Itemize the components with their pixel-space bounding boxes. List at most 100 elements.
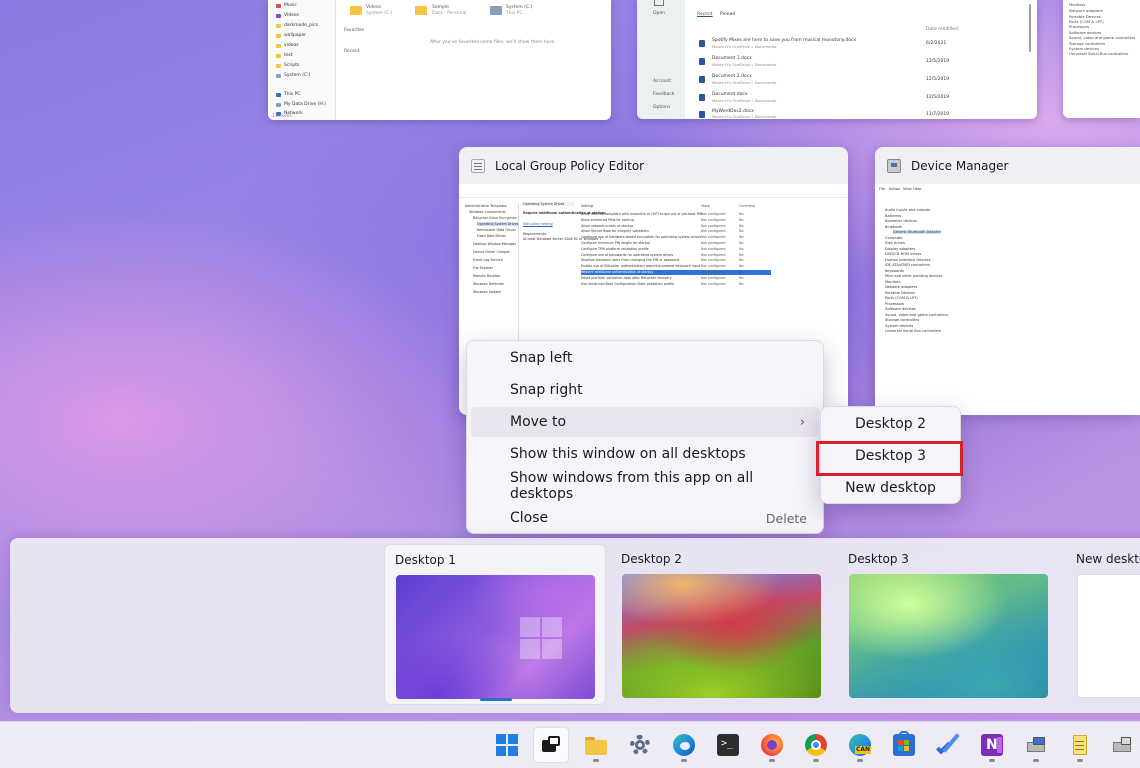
todo-button[interactable]	[930, 727, 966, 763]
requirements-label: Requirements:	[523, 232, 548, 236]
device-category-item[interactable]: Generic Bluetooth Adapter	[893, 230, 941, 234]
chrome-button[interactable]	[798, 727, 834, 763]
device-category-item[interactable]: Computer	[885, 236, 903, 240]
doc-date: 6/2/2021	[926, 41, 947, 46]
tree-item: BitLocker Drive Encryption	[473, 216, 517, 220]
device-category-item[interactable]: Bluetooth	[885, 225, 902, 229]
move-to-item[interactable]: Move to ›	[471, 407, 819, 437]
policy-row[interactable]: Configure use of hardware-based encrypti…	[581, 235, 771, 240]
menu-label: Move to	[510, 414, 567, 430]
device-category-item[interactable]: Storage controllers	[885, 318, 919, 322]
device-category-item[interactable]: Portable Devices	[885, 291, 915, 295]
policy-row[interactable]: Allow devices compliant with InstantGo o…	[581, 212, 771, 217]
device-category-item[interactable]: Display adapters	[885, 247, 915, 251]
current-desktop-indicator	[480, 698, 512, 701]
edge-canary-icon: CAN	[849, 734, 872, 756]
firefox-button[interactable]	[754, 727, 790, 763]
edge-button[interactable]	[666, 727, 702, 763]
desktop-3-tile[interactable]: Desktop 3	[838, 544, 1060, 705]
device-category-item[interactable]: System devices	[885, 324, 913, 328]
snap-right-item[interactable]: Snap right	[471, 375, 819, 405]
word-window-thumbnail[interactable]: Open Account Feedback Options Recent Pin…	[637, 0, 1037, 119]
tree-item: File Explorer	[473, 266, 494, 270]
move-to-new-desktop[interactable]: New desktop	[821, 473, 960, 503]
show-window-all-desktops-item[interactable]: Show this window on all desktops	[471, 439, 819, 469]
policy-comment: No	[739, 258, 744, 263]
explorer-window-thumbnail[interactable]: Music Videos darkmode_pics wallpaper vid…	[268, 0, 611, 120]
device-category-item[interactable]: Biometric devices	[885, 219, 917, 223]
device-category-item[interactable]: Disk drives	[885, 241, 905, 245]
policy-row[interactable]: Allow network unlock at startup Not confi…	[581, 224, 771, 229]
running-indicator	[769, 759, 775, 762]
edge-canary-button[interactable]: CAN	[842, 727, 878, 763]
desktop-1-tile[interactable]: Desktop 1	[384, 544, 606, 705]
policy-row[interactable]: Enable use of BitLocker authentication r…	[581, 264, 771, 269]
word-side-options: Options	[653, 105, 671, 110]
device-manager-button[interactable]	[1018, 727, 1054, 763]
device-category-item[interactable]: Sound, video and game controllers	[885, 313, 948, 317]
terminal-button[interactable]: >_	[710, 727, 746, 763]
device-category-item[interactable]: Monitors	[885, 280, 901, 284]
folder-name: Videos	[366, 5, 381, 10]
snap-left-item[interactable]: Snap left	[471, 343, 819, 373]
tree-item: Remote Desktop	[473, 274, 501, 278]
desktop-name: Desktop 3	[848, 552, 909, 566]
window-context-menu: Snap left Snap right Move to › Show this…	[466, 340, 824, 534]
policy-row[interactable]: Configure use of passwords for operating…	[581, 253, 771, 258]
device-item: Universal Serial Bus controllers	[1069, 51, 1129, 56]
close-item[interactable]: Close Delete	[471, 503, 819, 533]
device-category-item[interactable]: Mice and other pointing devices	[885, 274, 943, 278]
settings-icon	[629, 734, 651, 756]
device-category-item[interactable]: IDE ATA/ATAPI controllers	[885, 263, 930, 267]
device-manager-window[interactable]: Device Manager File Action View Help Aud…	[875, 147, 1140, 415]
policy-row[interactable]: Use enhanced Boot Configuration Data val…	[581, 282, 771, 287]
file-explorer-button[interactable]	[578, 727, 614, 763]
device-category-item[interactable]: Ports (COM & LPT)	[885, 296, 918, 300]
task-view-button[interactable]	[533, 727, 569, 763]
device-category-item[interactable]: Network adapters	[885, 285, 917, 289]
start-button[interactable]	[489, 727, 525, 763]
policy-name: Allow enhanced PINs for startup	[581, 217, 634, 222]
edge-icon	[673, 734, 695, 756]
onenote-button[interactable]: N	[974, 727, 1010, 763]
policy-name: Reset platform validation data after Bit…	[581, 275, 672, 280]
policy-row[interactable]: Require additional authentication at sta…	[581, 270, 771, 275]
move-to-desktop-2[interactable]: Desktop 2	[821, 409, 960, 439]
edit-policy-link[interactable]: Edit policy setting	[523, 222, 553, 226]
policy-name: Enable use of BitLocker authentication r…	[581, 264, 701, 269]
scrollbar[interactable]	[1029, 4, 1031, 52]
show-app-windows-all-desktops-item[interactable]: Show windows from this app on all deskto…	[471, 470, 819, 502]
folder-name: Sample	[432, 5, 449, 10]
policy-state: Not configured	[701, 264, 726, 269]
device-list-window-thumbnail[interactable]: Monitors Network adapters Portable Devic…	[1063, 0, 1140, 118]
policy-name: Allow Secure Boot for integrity validati…	[581, 229, 649, 234]
policy-row[interactable]: Configure minimum PIN length for startup…	[581, 241, 771, 246]
device-category-item[interactable]: Processors	[885, 302, 904, 306]
word-tab-recent: Recent	[697, 12, 713, 17]
device-category-item[interactable]: Keyboards	[885, 269, 904, 273]
device-category-item[interactable]: Software devices	[885, 307, 916, 311]
desktop-2-tile[interactable]: Desktop 2	[611, 544, 833, 705]
group-policy-button[interactable]	[1104, 727, 1140, 763]
policy-row[interactable]: Allow enhanced PINs for startup Not confi…	[581, 218, 771, 223]
policy-row[interactable]: Disallow standard users from changing th…	[581, 258, 771, 263]
policy-row[interactable]: Configure TPM platform validation profil…	[581, 247, 771, 252]
device-category-item[interactable]: Batteries	[885, 214, 901, 218]
policy-row[interactable]: Reset platform validation data after Bit…	[581, 276, 771, 281]
policy-state: Not configured	[701, 270, 726, 274]
doc-path: Mauro H's OneDrive » Documents	[712, 114, 777, 119]
policy-row[interactable]: Allow Secure Boot for integrity validati…	[581, 229, 771, 234]
policy-name: Configure minimum PIN length for startup	[581, 241, 651, 245]
submenu-label: Desktop 2	[854, 416, 927, 432]
policy-comment: No	[739, 223, 744, 228]
device-category-item[interactable]: Audio inputs and outputs	[885, 208, 930, 212]
notepad-button[interactable]	[1062, 727, 1098, 763]
window-title-bar: Local Group Policy Editor	[471, 157, 644, 175]
tree-item: Windows Defender	[473, 282, 505, 286]
store-button[interactable]	[886, 727, 922, 763]
settings-button[interactable]	[622, 727, 658, 763]
device-category-item[interactable]: Human Interface Devices	[885, 258, 931, 262]
device-category-item[interactable]: Universal Serial Bus controllers	[885, 329, 941, 333]
device-category-item[interactable]: DVD/CD-ROM drives	[885, 252, 921, 256]
new-desktop-tile[interactable]: New desktop	[1066, 544, 1140, 705]
